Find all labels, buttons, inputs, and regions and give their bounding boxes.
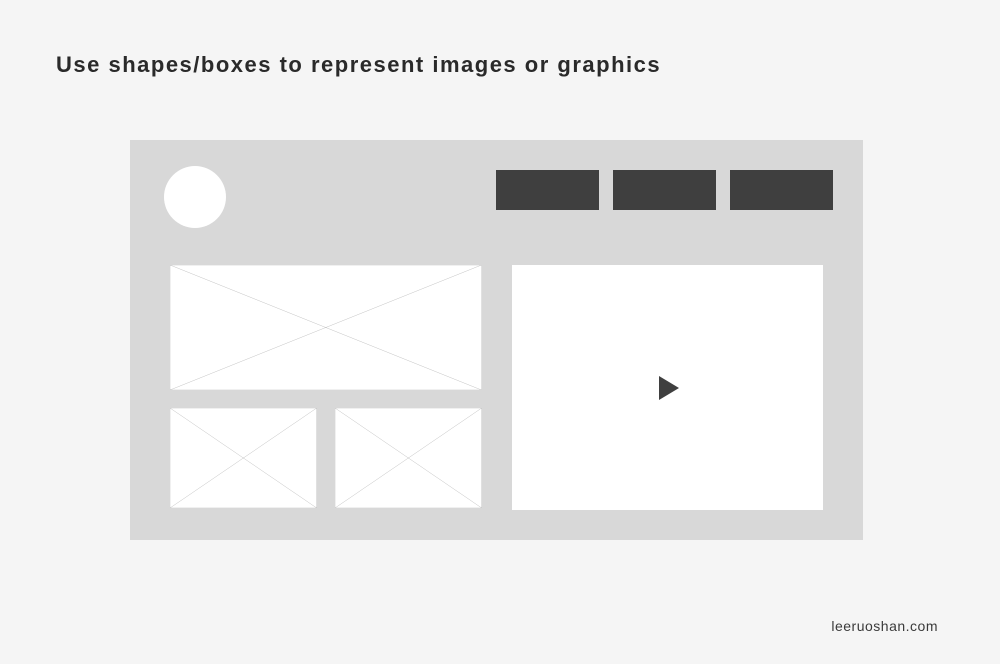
image-placeholder-small (170, 408, 317, 508)
play-icon (659, 376, 679, 400)
video-placeholder (512, 265, 824, 510)
attribution-text: leeruoshan.com (831, 618, 938, 634)
image-placeholder-large (170, 265, 482, 390)
content-area (170, 265, 823, 510)
nav-button-placeholder (730, 170, 833, 210)
instruction-heading: Use shapes/boxes to represent images or … (56, 52, 661, 78)
image-placeholder-small (335, 408, 482, 508)
nav-buttons-group (496, 170, 833, 210)
small-images-row (170, 408, 482, 508)
images-column (170, 265, 482, 510)
nav-button-placeholder (496, 170, 599, 210)
logo-placeholder (164, 166, 226, 228)
nav-button-placeholder (613, 170, 716, 210)
wireframe-container (130, 140, 863, 540)
